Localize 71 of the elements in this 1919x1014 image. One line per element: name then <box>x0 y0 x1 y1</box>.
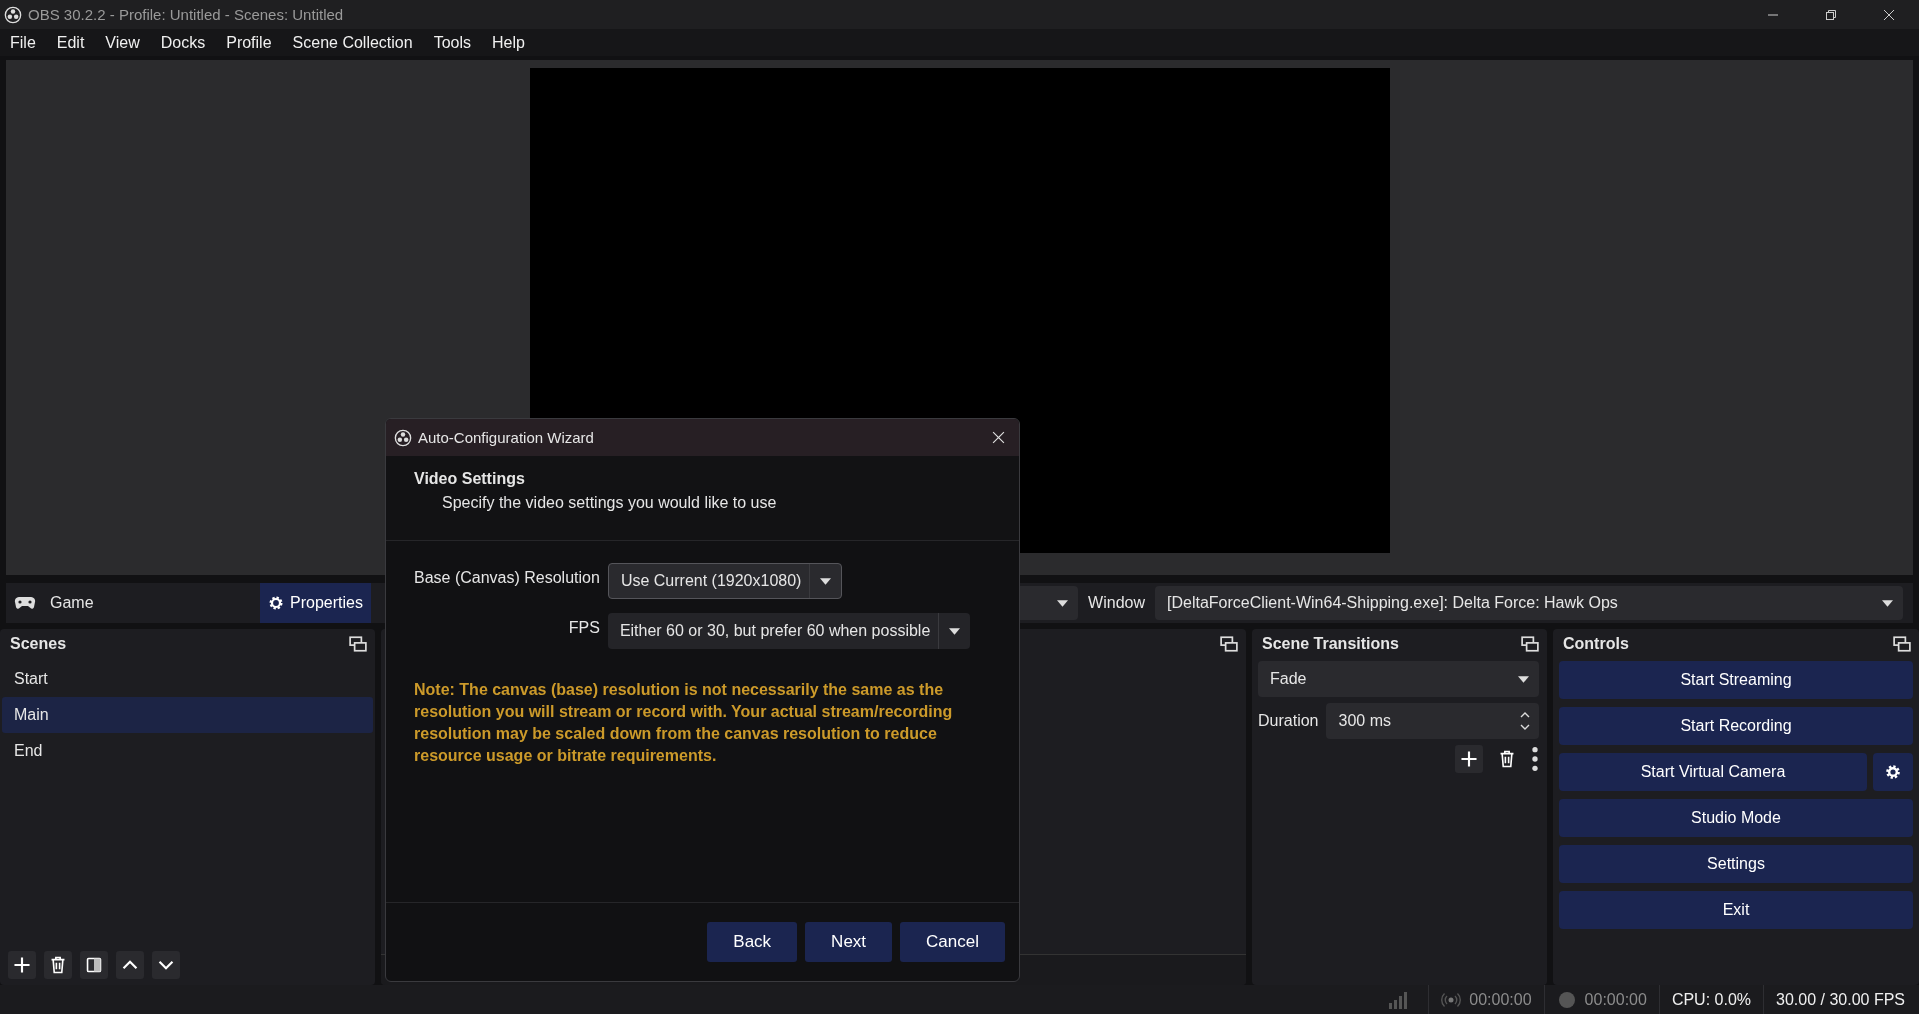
transition-dropdown[interactable]: Fade <box>1258 661 1539 697</box>
trash-icon[interactable] <box>44 951 72 979</box>
undock-icon[interactable] <box>349 636 367 652</box>
stream-time: 00:00:00 <box>1469 990 1532 1009</box>
menu-item[interactable]: Edit <box>56 33 85 52</box>
gear-icon <box>268 595 284 611</box>
control-button[interactable]: Start Streaming <box>1559 661 1913 699</box>
caret-icon <box>1882 599 1893 607</box>
menu-item[interactable]: Tools <box>433 33 471 52</box>
fps-readout: 30.00 / 30.00 FPS <box>1776 990 1905 1009</box>
menu-item[interactable]: Profile <box>226 33 272 52</box>
close-icon[interactable] <box>992 431 1005 444</box>
control-button[interactable]: Studio Mode <box>1559 799 1913 837</box>
caret-icon <box>1518 675 1529 683</box>
control-button[interactable]: Exit <box>1559 891 1913 929</box>
wizard-button[interactable]: Back <box>707 922 798 962</box>
caret-icon <box>1057 599 1069 607</box>
chevron-up-icon[interactable] <box>116 951 144 979</box>
select-field[interactable]: Use Current (1920x1080) <box>607 563 843 599</box>
caret-icon <box>949 627 961 635</box>
window-title: OBS 30.2.2 - Profile: Untitled - Scenes: Untitled <box>28 6 344 23</box>
window-dropdown[interactable]: [DeltaForceClient-Win64-Shipping.exe]: Delta Force: Hawk Ops <box>1155 586 1903 620</box>
source-name: Game <box>50 594 95 612</box>
close-icon[interactable] <box>1883 8 1895 21</box>
select-field[interactable]: Either 60 or 30, but prefer 60 when possible <box>607 613 971 649</box>
settings-button[interactable] <box>1873 753 1913 791</box>
undock-icon[interactable] <box>1220 636 1238 652</box>
signal-bars-icon <box>1388 990 1409 1009</box>
page-subheading: Specify the video settings you would like to use <box>442 494 778 512</box>
more-options-icon[interactable] <box>1531 745 1539 773</box>
menu-item[interactable]: Docks <box>160 33 206 52</box>
filter-icon[interactable] <box>80 951 108 979</box>
app-logo-icon <box>394 428 412 447</box>
dialog-title: Auto-Configuration Wizard <box>418 429 594 446</box>
page-heading: Video Settings <box>414 470 526 488</box>
dock-title: Scene Transitions <box>1262 635 1399 653</box>
menu-item[interactable]: File <box>10 33 36 52</box>
window-label: Window <box>1088 594 1145 612</box>
undock-icon[interactable] <box>1893 636 1911 652</box>
gear-icon <box>1885 764 1901 780</box>
control-button[interactable]: Settings <box>1559 845 1913 883</box>
menu-item[interactable]: View <box>105 33 140 52</box>
record-time: 00:00:00 <box>1584 990 1647 1009</box>
wizard-button[interactable]: Next <box>805 922 893 962</box>
dock-title: Controls <box>1563 635 1629 653</box>
duration-label: Duration <box>1258 712 1319 730</box>
control-button[interactable]: Start Virtual Camera <box>1559 753 1867 791</box>
control-button[interactable]: Start Recording <box>1559 707 1913 745</box>
scene-item[interactable]: End <box>2 733 373 769</box>
dock-title: Scenes <box>10 635 67 653</box>
field-label: Base (Canvas) Resolution <box>414 568 600 587</box>
note-text: Note: The canvas (base) resolution is not necessarily the same as the resolution you will stream or record with. Your actual stream/recording resolution may be scaled down from the canvas resolution to reduce resource usage or bitrate requirements. <box>414 680 954 766</box>
chevron-down-icon[interactable] <box>152 951 180 979</box>
cpu-usage: CPU: 0.0% <box>1671 990 1751 1009</box>
scene-item[interactable]: Main <box>2 697 373 733</box>
restore-icon[interactable] <box>1825 8 1837 21</box>
field-label: FPS <box>567 618 600 637</box>
properties-button[interactable]: Properties <box>260 583 371 623</box>
scene-item[interactable]: Start <box>2 661 373 697</box>
caret-icon <box>820 577 832 585</box>
menu-item[interactable]: Help <box>492 33 525 52</box>
record-dot-icon <box>1556 990 1577 1009</box>
gamepad-icon <box>14 596 36 610</box>
add-icon[interactable] <box>8 951 36 979</box>
broadcast-icon <box>1441 990 1462 1009</box>
menu-item[interactable]: Scene Collection <box>292 33 413 52</box>
duration-field[interactable]: 300 ms <box>1326 703 1539 739</box>
app-logo-icon <box>4 5 22 24</box>
wizard-button[interactable]: Cancel <box>900 922 1005 962</box>
add-icon[interactable] <box>1455 745 1483 773</box>
undock-icon[interactable] <box>1521 636 1539 652</box>
